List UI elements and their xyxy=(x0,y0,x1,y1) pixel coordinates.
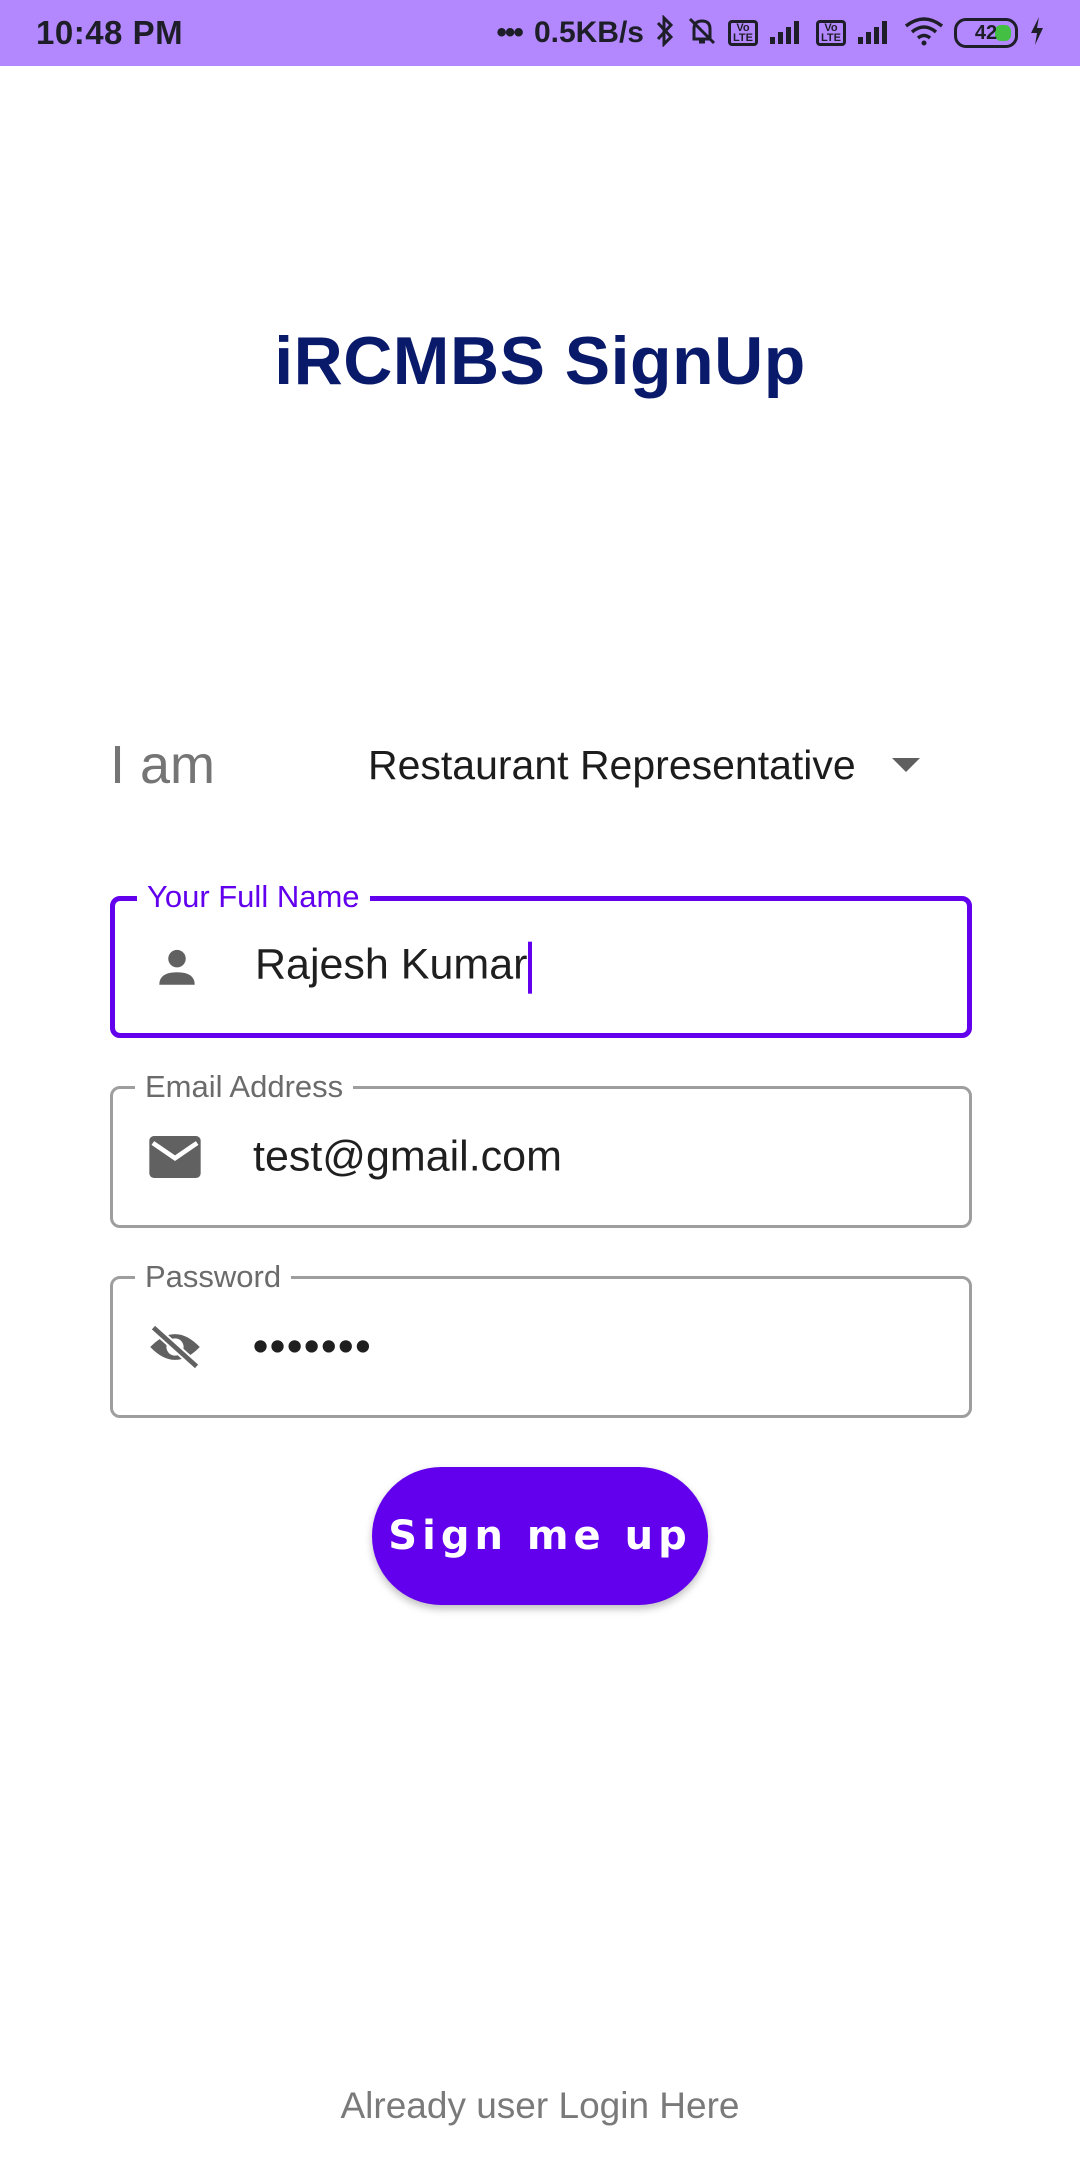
person-icon xyxy=(149,939,205,995)
full-name-value: Rajesh Kumar xyxy=(255,940,528,989)
signup-button[interactable]: Sign me up xyxy=(372,1467,708,1605)
text-cursor xyxy=(528,941,533,994)
role-dropdown[interactable]: Restaurant Representative xyxy=(258,730,930,800)
signal-icon xyxy=(768,17,806,50)
visibility-off-icon[interactable] xyxy=(147,1319,203,1375)
battery-icon: 42 xyxy=(954,18,1018,48)
password-label: Password xyxy=(135,1257,292,1297)
role-row: I am Restaurant Representative xyxy=(110,730,930,800)
full-name-label: Your Full Name xyxy=(137,877,370,917)
page-title: iRCMBS SignUp xyxy=(274,323,806,399)
signal-icon-2 xyxy=(856,17,894,50)
volte-icon: Vo LTE xyxy=(728,20,758,46)
network-speed: 0.5KB/s xyxy=(533,16,644,49)
bell-muted-icon xyxy=(686,15,718,52)
full-name-field[interactable]: Your Full Name Rajesh Kumar xyxy=(110,877,972,1038)
role-selected-value: Restaurant Representative xyxy=(368,741,856,788)
email-label: Email Address xyxy=(135,1067,354,1107)
login-link[interactable]: Already user Login Here xyxy=(0,2085,1080,2127)
status-bar: 10:48 PM ••• 0.5KB/s Vo LTE Vo LTE 42 xyxy=(0,0,1080,66)
charging-icon xyxy=(1028,16,1046,51)
wifi-icon xyxy=(904,16,944,51)
bluetooth-icon xyxy=(654,13,676,52)
email-icon xyxy=(147,1129,203,1185)
email-input[interactable]: test@gmail.com xyxy=(253,1133,562,1182)
status-dots: ••• xyxy=(496,16,523,49)
status-time: 10:48 PM xyxy=(36,14,184,51)
password-input[interactable]: ••••••• xyxy=(253,1323,372,1372)
role-label: I am xyxy=(110,735,216,795)
dropdown-arrow-icon[interactable] xyxy=(892,758,920,772)
volte-icon-2: Vo LTE xyxy=(816,20,846,46)
full-name-input[interactable]: Rajesh Kumar xyxy=(255,940,533,994)
email-field[interactable]: Email Address test@gmail.com xyxy=(110,1067,972,1228)
status-icons: ••• 0.5KB/s Vo LTE Vo LTE 42 xyxy=(496,13,1046,52)
battery-level: 42 xyxy=(974,21,998,44)
password-field[interactable]: Password ••••••• xyxy=(110,1257,972,1418)
